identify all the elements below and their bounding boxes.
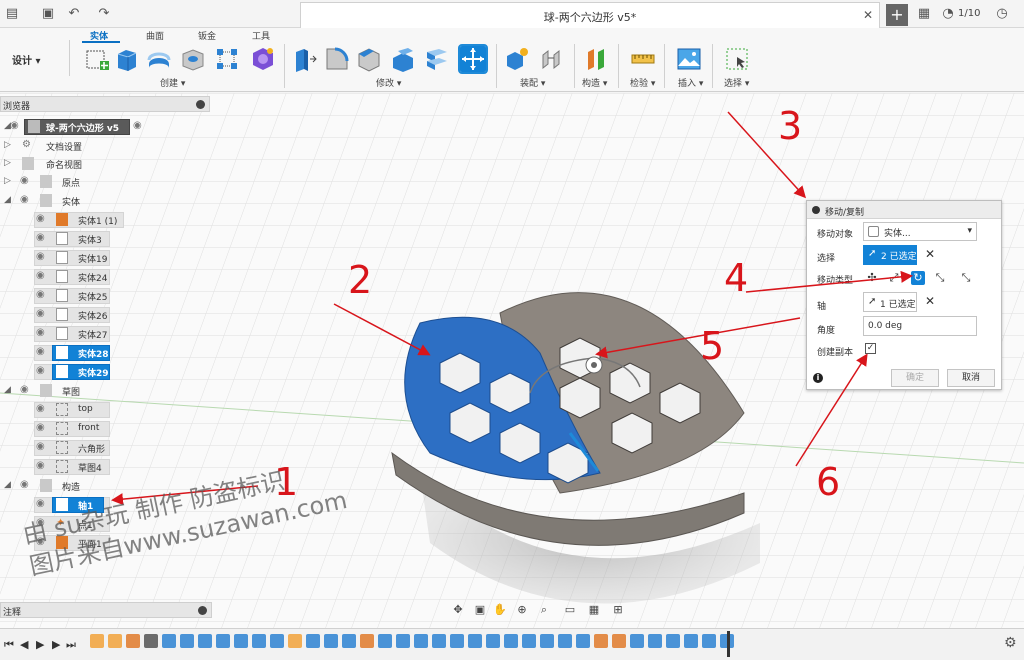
- timeline-feature-icon[interactable]: [360, 634, 374, 648]
- timeline-feature-icon[interactable]: [594, 634, 608, 648]
- timeline-feature-icon[interactable]: [396, 634, 410, 648]
- timeline-feature-icon[interactable]: [90, 634, 104, 648]
- timeline-feature-icon[interactable]: [558, 634, 572, 648]
- orbit-icon[interactable]: ✥: [450, 602, 466, 618]
- timeline-feature-icon[interactable]: [540, 634, 554, 648]
- step-back-icon[interactable]: ◀: [20, 638, 28, 651]
- go-to-end-icon[interactable]: ⏭: [66, 638, 76, 652]
- annotation-number: 1: [274, 460, 299, 504]
- timeline-feature-icon[interactable]: [342, 634, 356, 648]
- fit-icon[interactable]: ⌕: [536, 602, 552, 618]
- grid-settings-icon[interactable]: ▦: [586, 602, 602, 618]
- timeline-marker[interactable]: [727, 631, 730, 657]
- timeline-feature-icon[interactable]: [684, 634, 698, 648]
- pan-icon[interactable]: ✋: [492, 602, 508, 618]
- timeline-feature-icon[interactable]: [234, 634, 248, 648]
- viewports-icon[interactable]: ⊞: [610, 602, 626, 618]
- annotation-number: 2: [348, 258, 373, 302]
- display-settings-icon[interactable]: ▭: [562, 602, 578, 618]
- step-forward-icon[interactable]: ▶: [52, 638, 60, 651]
- zoom-icon[interactable]: ⊕: [514, 602, 530, 618]
- timeline-feature-icon[interactable]: [666, 634, 680, 648]
- timeline-feature-icon[interactable]: [432, 634, 446, 648]
- timeline-feature-icon[interactable]: [108, 634, 122, 648]
- timeline-feature-icon[interactable]: [162, 634, 176, 648]
- timeline-feature-icon[interactable]: [702, 634, 716, 648]
- annotation-number: 4: [724, 256, 749, 300]
- timeline-feature-icon[interactable]: [450, 634, 464, 648]
- timeline-feature-icon[interactable]: [180, 634, 194, 648]
- timeline-feature-icon[interactable]: [288, 634, 302, 648]
- timeline-feature-icon[interactable]: [198, 634, 212, 648]
- annotation-number: 5: [700, 324, 725, 368]
- play-icon[interactable]: ▶: [36, 638, 44, 651]
- timeline-feature-icon[interactable]: [126, 634, 140, 648]
- timeline-feature-icon[interactable]: [504, 634, 518, 648]
- timeline-feature-icon[interactable]: [252, 634, 266, 648]
- gear-icon[interactable]: ⚙: [1004, 635, 1017, 651]
- timeline-feature-icon[interactable]: [522, 634, 536, 648]
- timeline-feature-icon[interactable]: [576, 634, 590, 648]
- go-to-start-icon[interactable]: ⏮: [4, 638, 14, 652]
- look-at-icon[interactable]: ▣: [472, 602, 488, 618]
- timeline-feature-icon[interactable]: [414, 634, 428, 648]
- annotation-number: 3: [778, 104, 803, 148]
- timeline-feature-icon[interactable]: [144, 634, 158, 648]
- navigation-bar: ✥ ▣ ✋ ⊕ ⌕ ▭ ▦ ⊞: [446, 600, 636, 620]
- timeline-feature-icon[interactable]: [378, 634, 392, 648]
- timeline-feature-icon[interactable]: [270, 634, 284, 648]
- timeline-feature-icon[interactable]: [486, 634, 500, 648]
- timeline-feature-icon[interactable]: [630, 634, 644, 648]
- timeline-feature-icon[interactable]: [648, 634, 662, 648]
- timeline-feature-icon[interactable]: [612, 634, 626, 648]
- timeline-feature-icon[interactable]: [468, 634, 482, 648]
- timeline-feature-icon[interactable]: [324, 634, 338, 648]
- timeline-bar: ⏮ ◀ ▶ ▶ ⏭ ⚙: [0, 628, 1024, 660]
- annotation-arrows: [111, 111, 913, 506]
- timeline-feature-icon[interactable]: [306, 634, 320, 648]
- timeline-feature-icon[interactable]: [216, 634, 230, 648]
- annotation-number: 6: [816, 460, 841, 504]
